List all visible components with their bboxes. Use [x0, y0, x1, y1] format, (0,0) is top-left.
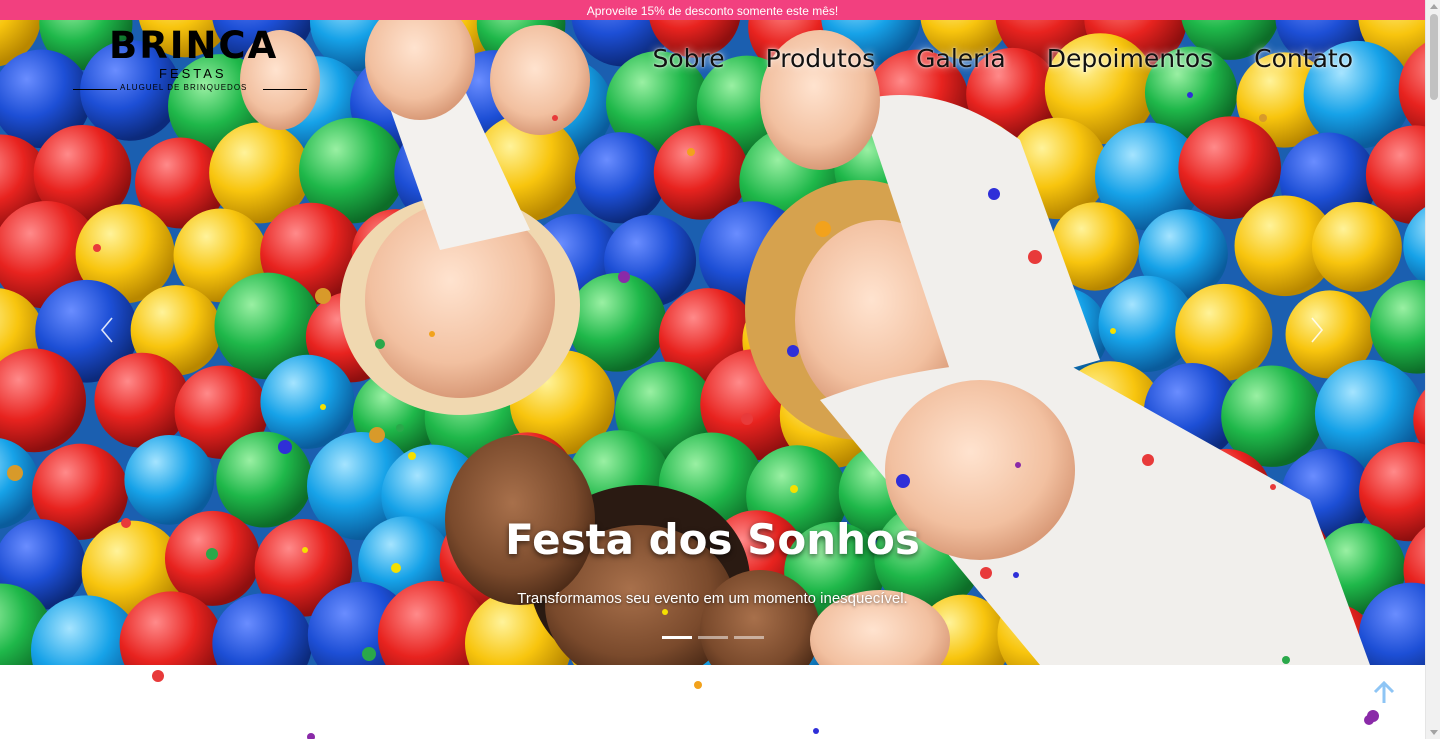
ball-pit-ball [94, 352, 190, 448]
page-scrollbar[interactable] [1425, 0, 1440, 739]
ball-pit-ball [216, 431, 313, 528]
carousel-indicator[interactable] [734, 636, 764, 639]
confetti-dot [152, 670, 164, 682]
hero-background-image [0, 20, 1425, 665]
chevron-left-icon [100, 317, 113, 343]
confetti-dot [1367, 710, 1379, 722]
carousel-indicator[interactable] [662, 636, 692, 639]
nav-item-contato[interactable]: Contato [1254, 44, 1353, 73]
brand-logo[interactable]: BRINCA FESTAS ALUGUEL DE BRINQUEDOS [73, 24, 307, 94]
hero-title: Festa dos Sonhos [505, 515, 920, 564]
carousel-prev-button[interactable] [92, 316, 122, 350]
carousel-next-button[interactable] [1302, 316, 1332, 350]
ball-pit-ball [124, 435, 215, 525]
nav-item-sobre[interactable]: Sobre [652, 44, 724, 73]
confetti-dot [694, 681, 702, 689]
scrollbar-thumb[interactable] [1430, 14, 1438, 100]
arrow-up-icon [1373, 680, 1395, 703]
scroll-up-arrow-icon[interactable] [1430, 4, 1438, 9]
nav-item-produtos[interactable]: Produtos [766, 44, 876, 73]
hero-carousel: BRINCA FESTAS ALUGUEL DE BRINQUEDOS Sobr… [0, 20, 1425, 665]
chevron-right-icon [1311, 317, 1324, 343]
nav-item-galeria[interactable]: Galeria [916, 44, 1006, 73]
logo-line-right [263, 89, 307, 90]
ball-pit-ball [574, 132, 667, 224]
nav-item-depoimentos[interactable]: Depoimentos [1047, 44, 1213, 73]
promo-bar: Aproveite 15% de desconto somente este m… [0, 0, 1425, 20]
page: Aproveite 15% de desconto somente este m… [0, 0, 1440, 739]
back-to-top-button[interactable] [1371, 680, 1397, 706]
confetti-dot [813, 728, 819, 734]
confetti-dot [307, 733, 315, 739]
main-nav: Sobre Produtos Galeria Depoimentos Conta… [652, 44, 1353, 73]
logo-sub: FESTAS [159, 66, 227, 81]
carousel-indicators [662, 636, 764, 639]
carousel-indicator[interactable] [698, 636, 728, 639]
ball-pit-ball [1311, 201, 1402, 292]
scroll-down-arrow-icon[interactable] [1430, 730, 1438, 735]
logo-brand: BRINCA [109, 24, 279, 67]
hero-subtitle: Transformamos seu evento em um momento i… [517, 590, 908, 607]
logo-line-left [73, 89, 117, 90]
logo-tagline: ALUGUEL DE BRINQUEDOS [120, 83, 248, 92]
promo-text: Aproveite 15% de desconto somente este m… [586, 4, 839, 18]
confetti-dot [1364, 715, 1374, 725]
